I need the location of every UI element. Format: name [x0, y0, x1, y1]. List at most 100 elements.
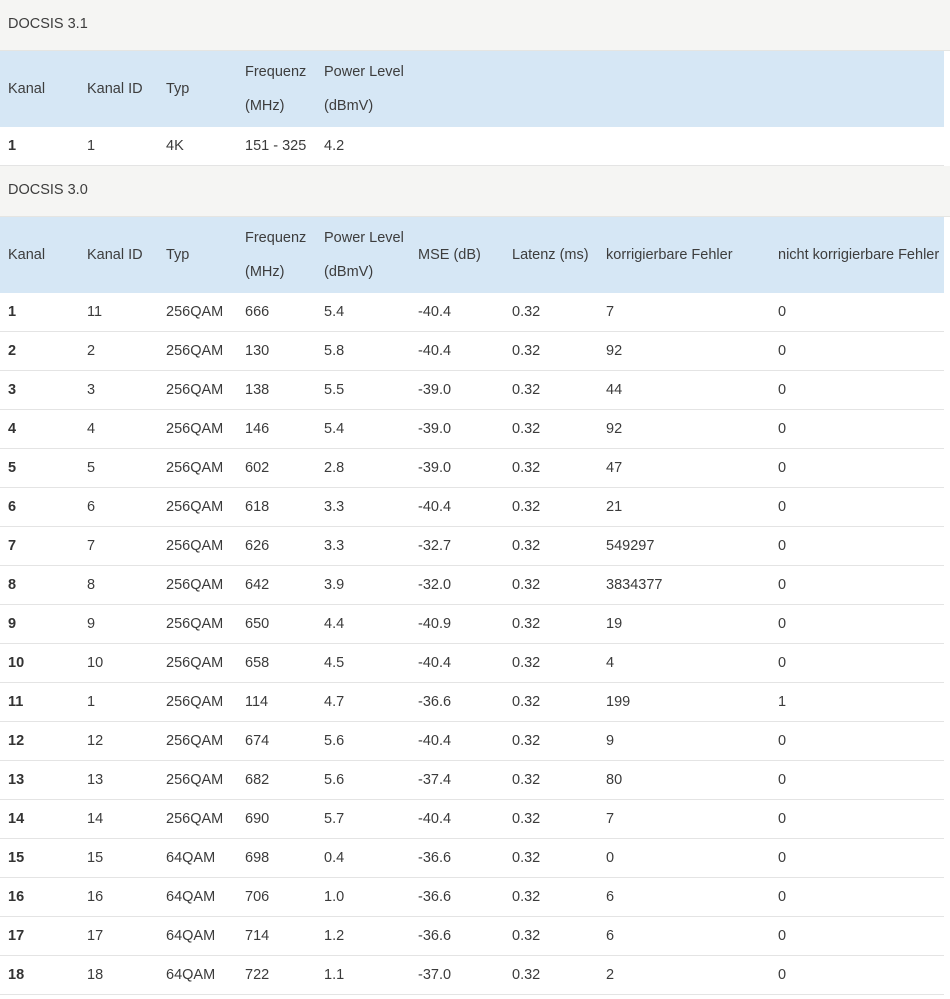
cell-latenz: 0.32	[504, 604, 598, 644]
cell-latenz: 0.32	[504, 643, 598, 683]
cell-kanal-id: 15	[79, 838, 158, 878]
cell-kanal: 5	[0, 448, 79, 488]
cell-korrigierbare-fehler: 92	[598, 409, 770, 449]
cell-nicht-korrigierbare-fehler: 0	[770, 409, 944, 449]
cell-power-level: 4.4	[316, 604, 410, 644]
cell-typ: 256QAM	[158, 487, 237, 527]
cell-kanal-id: 17	[79, 916, 158, 956]
cell-kanal: 16	[0, 877, 79, 917]
cell-kanal-id: 1	[79, 682, 158, 722]
cell-power-level: 5.7	[316, 799, 410, 839]
cell-korrigierbare-fehler: 7	[598, 293, 770, 332]
cell-power-level: 3.9	[316, 565, 410, 605]
cell-latenz: 0.32	[504, 916, 598, 956]
cell-nicht-korrigierbare-fehler: 0	[770, 916, 944, 956]
cell-mse: -32.0	[410, 565, 504, 605]
cell-power-level: 5.4	[316, 293, 410, 332]
cell-korrigierbare-fehler: 0	[598, 838, 770, 878]
cell-nicht-korrigierbare-fehler: 0	[770, 331, 944, 371]
docsis30-body: 1 11 256QAM 666 5.4 -40.4 0.32 7 0 2 2 256QAM 130 5.8…	[0, 293, 944, 995]
cell-kanal: 11	[0, 682, 79, 722]
col-empty	[598, 51, 770, 127]
cell-mse: -36.6	[410, 838, 504, 878]
cell-latenz: 0.32	[504, 721, 598, 761]
cell-kanal-id: 2	[79, 331, 158, 371]
col-latenz: Latenz (ms)	[512, 247, 589, 263]
cell-frequenz: 714	[237, 916, 316, 956]
cell-power-level: 5.5	[316, 370, 410, 410]
cell-kanal: 15	[0, 838, 79, 878]
col-kanal: Kanal	[8, 81, 46, 97]
table-row: 16 16 64QAM 706 1.0 -36.6 0.32 6 0	[0, 877, 944, 917]
docsis30-title: DOCSIS 3.0	[8, 182, 88, 198]
col-kanal: Kanal	[8, 247, 46, 263]
cell-korrigierbare-fehler: 7	[598, 799, 770, 839]
cell-typ: 64QAM	[158, 877, 237, 917]
docsis31-section-header: DOCSIS 3.1	[0, 0, 950, 51]
cell-korrigierbare-fehler: 19	[598, 604, 770, 644]
cell-typ: 256QAM	[158, 409, 237, 449]
cell-kanal: 14	[0, 799, 79, 839]
cell-kanal: 17	[0, 916, 79, 956]
cell-frequenz: 130	[237, 331, 316, 371]
cell-nicht-korrigierbare-fehler: 0	[770, 955, 944, 995]
cell-kanal-id: 7	[79, 526, 158, 566]
table-row: 2 2 256QAM 130 5.8 -40.4 0.32 92 0	[0, 331, 944, 371]
cell-mse: -39.0	[410, 409, 504, 449]
cell-nicht-korrigierbare-fehler: 0	[770, 293, 944, 332]
cell-kanal: 2	[0, 331, 79, 371]
table-row: 5 5 256QAM 602 2.8 -39.0 0.32 47 0	[0, 448, 944, 488]
cell-frequenz: 682	[237, 760, 316, 800]
cell-frequenz: 650	[237, 604, 316, 644]
table-row: 15 15 64QAM 698 0.4 -36.6 0.32 0 0	[0, 838, 944, 878]
cell-nicht-korrigierbare-fehler: 0	[770, 487, 944, 527]
cell-kanal: 3	[0, 370, 79, 410]
col-power-line2: (dBmV)	[324, 264, 374, 280]
cell-kanal-id: 9	[79, 604, 158, 644]
col-kanal-id: Kanal ID	[87, 247, 143, 263]
cell-korrigierbare-fehler: 47	[598, 448, 770, 488]
cell-typ: 256QAM	[158, 331, 237, 371]
cell-typ: 256QAM	[158, 604, 237, 644]
cell-nicht-korrigierbare-fehler: 0	[770, 838, 944, 878]
cell-nicht-korrigierbare-fehler: 0	[770, 565, 944, 605]
cell-korrigierbare-fehler: 549297	[598, 526, 770, 566]
col-empty	[504, 51, 598, 127]
cell-mse: -37.4	[410, 760, 504, 800]
cell-korrigierbare-fehler: 44	[598, 370, 770, 410]
cell-power-level: 4.5	[316, 643, 410, 683]
cell-power-level: 0.4	[316, 838, 410, 878]
cell-nicht-korrigierbare-fehler: 0	[770, 760, 944, 800]
cell-mse: -40.4	[410, 721, 504, 761]
cell-power-level: 5.4	[316, 409, 410, 449]
cell-kanal-id: 16	[79, 877, 158, 917]
cell-frequenz: 138	[237, 370, 316, 410]
cell-korrigierbare-fehler: 2	[598, 955, 770, 995]
cell-latenz: 0.32	[504, 955, 598, 995]
cell-frequenz: 151 - 325	[237, 127, 316, 166]
table-row: 4 4 256QAM 146 5.4 -39.0 0.32 92 0	[0, 409, 944, 449]
cell-latenz: 0.32	[504, 487, 598, 527]
cell-empty	[410, 127, 504, 166]
cell-mse: -37.0	[410, 955, 504, 995]
table-row: 17 17 64QAM 714 1.2 -36.6 0.32 6 0	[0, 916, 944, 956]
cell-empty	[504, 127, 598, 166]
docsis30-section-header: DOCSIS 3.0	[0, 166, 950, 217]
cell-latenz: 0.32	[504, 565, 598, 605]
cell-mse: -39.0	[410, 448, 504, 488]
cell-mse: -36.6	[410, 916, 504, 956]
cell-latenz: 0.32	[504, 331, 598, 371]
cell-typ: 256QAM	[158, 682, 237, 722]
cell-power-level: 5.8	[316, 331, 410, 371]
cell-kanal: 7	[0, 526, 79, 566]
cell-frequenz: 618	[237, 487, 316, 527]
cell-nicht-korrigierbare-fehler: 0	[770, 643, 944, 683]
cell-kanal-id: 11	[79, 293, 158, 332]
cell-kanal-id: 12	[79, 721, 158, 761]
table-row: 12 12 256QAM 674 5.6 -40.4 0.32 9 0	[0, 721, 944, 761]
cell-kanal: 1	[0, 293, 79, 332]
cell-korrigierbare-fehler: 6	[598, 877, 770, 917]
cell-power-level: 4.2	[316, 127, 410, 166]
col-frequenz-line2: (MHz)	[245, 98, 285, 114]
col-kanal-id: Kanal ID	[87, 81, 143, 97]
